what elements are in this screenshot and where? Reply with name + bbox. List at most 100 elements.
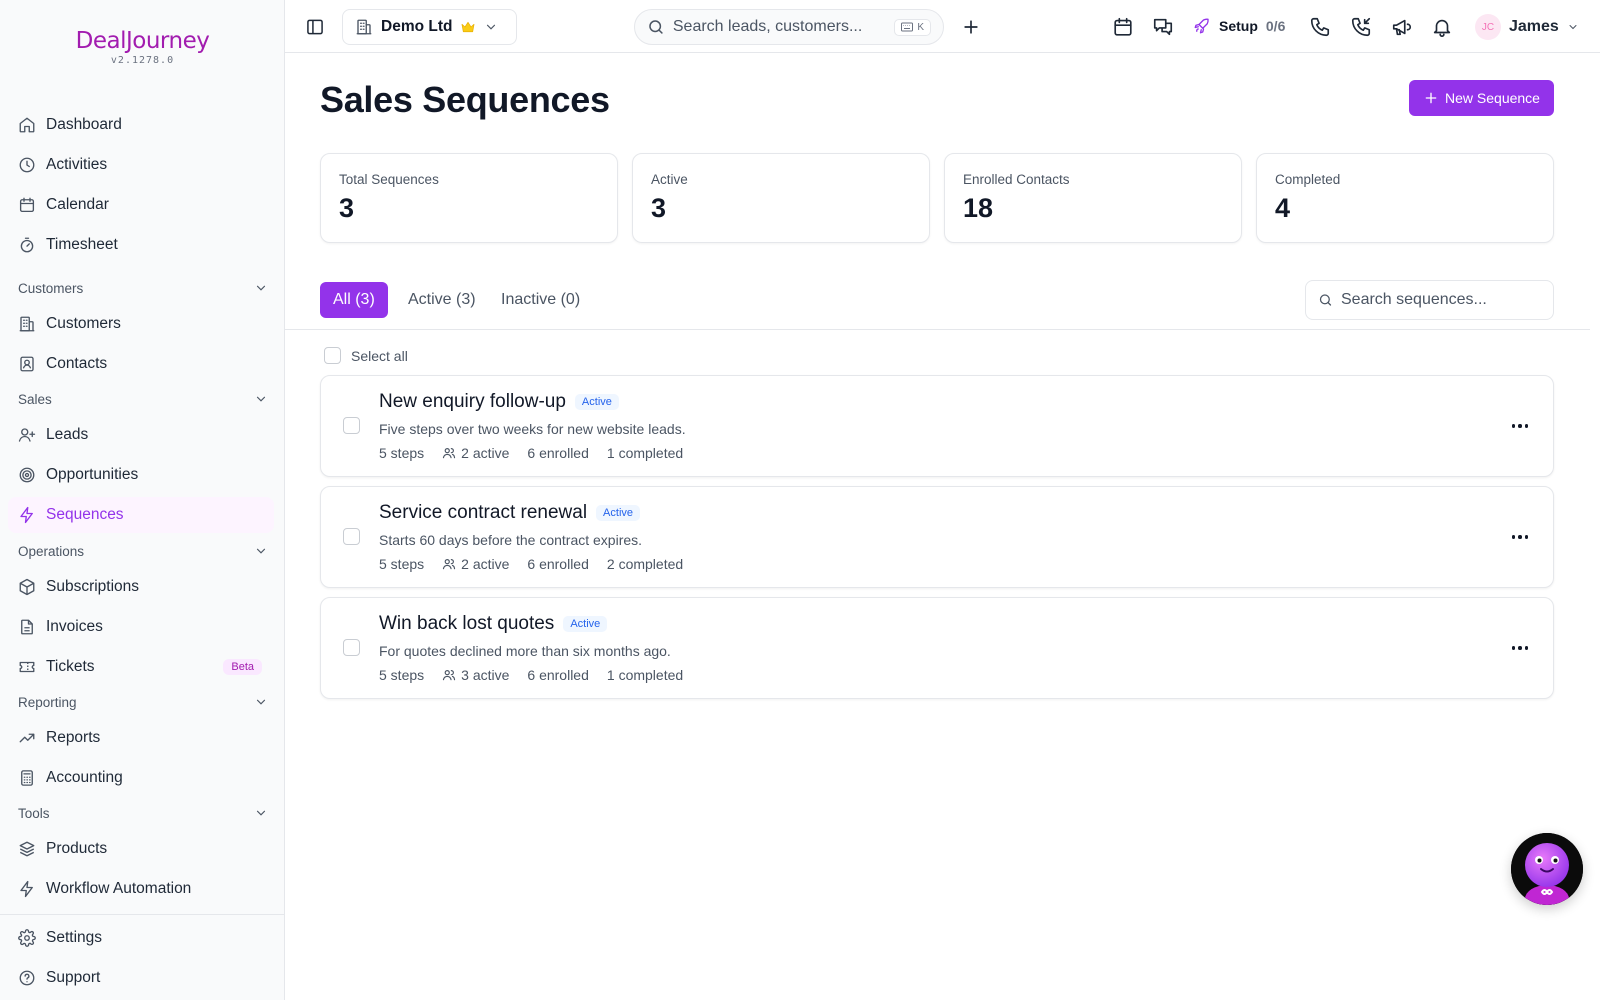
select-all-checkbox[interactable] <box>324 347 341 364</box>
tab-active[interactable]: Active (3) <box>395 282 489 318</box>
keyboard-icon <box>901 22 914 32</box>
sequence-completed: 2 completed <box>606 556 684 572</box>
company-switcher[interactable]: Demo Ltd <box>342 9 517 45</box>
sidebar-item-products[interactable]: Products <box>8 831 274 867</box>
chat-icon <box>1153 18 1173 36</box>
sidebar-item-timesheet[interactable]: Timesheet <box>8 227 274 263</box>
stat-card-active: Active 3 <box>632 153 930 243</box>
app-version: v2.1278.0 <box>110 55 175 66</box>
sidebar-item-invoices[interactable]: Invoices <box>8 609 274 645</box>
sidebar-section-label: Reporting <box>18 694 77 710</box>
sidebar-item-workflow-automation[interactable]: Workflow Automation <box>8 871 274 907</box>
stat-value: 18 <box>963 193 994 223</box>
building-icon <box>356 19 372 35</box>
user-menu[interactable]: JC James <box>1475 12 1579 42</box>
plus-icon <box>1425 92 1437 104</box>
more-actions-button[interactable] <box>1507 636 1533 660</box>
sequence-description: Five steps over two weeks for new websit… <box>379 421 686 437</box>
sidebar-section-tools[interactable]: Tools <box>18 801 268 825</box>
dot <box>1511 535 1516 539</box>
messages-button[interactable] <box>1150 14 1176 40</box>
stat-label: Completed <box>1275 172 1341 187</box>
sidebar-item-customers[interactable]: Customers <box>8 306 274 342</box>
sidebar-item-dashboard[interactable]: Dashboard <box>8 107 274 143</box>
toggle-sidebar-button[interactable] <box>302 14 328 40</box>
sequence-search[interactable] <box>1305 280 1554 320</box>
select-all[interactable]: Select all <box>324 347 408 364</box>
global-search[interactable]: K <box>634 9 944 45</box>
sidebar-item-support[interactable]: Support <box>8 960 274 996</box>
phone-button[interactable] <box>1307 14 1333 40</box>
sidebar-item-calendar[interactable]: Calendar <box>8 187 274 223</box>
sidebar-item-label: Support <box>46 969 101 986</box>
crown-icon <box>462 21 475 33</box>
sequence-card[interactable]: Service contract renewal Active Starts 6… <box>320 486 1554 588</box>
quick-add-button[interactable] <box>958 14 984 40</box>
notifications-button[interactable] <box>1429 14 1455 40</box>
sidebar-item-tickets[interactable]: Tickets Beta <box>8 649 274 685</box>
sidebar-item-label: Calendar <box>46 196 109 213</box>
calendar-button[interactable] <box>1110 14 1136 40</box>
sequence-search-input[interactable] <box>1341 291 1541 309</box>
sequence-card[interactable]: Win back lost quotes Active For quotes d… <box>320 597 1554 699</box>
user-plus-icon <box>18 428 36 442</box>
sidebar-section-sales[interactable]: Sales <box>18 387 268 411</box>
sequence-title[interactable]: Win back lost quotes <box>379 613 554 635</box>
package-icon <box>19 578 35 596</box>
sidebar-item-leads[interactable]: Leads <box>8 417 274 453</box>
sidebar-item-activities[interactable]: Activities <box>8 147 274 183</box>
sidebar-item-accounting[interactable]: Accounting <box>8 760 274 796</box>
sequence-meta: 5 steps 3 active 6 enrolled 1 completed <box>379 667 683 683</box>
sequence-checkbox[interactable] <box>343 417 360 434</box>
sequence-checkbox[interactable] <box>343 528 360 545</box>
assistant-mascot-icon <box>1511 833 1583 905</box>
contact-icon <box>20 356 34 372</box>
new-sequence-label: New Sequence <box>1445 90 1540 106</box>
app-logo[interactable]: DealJourney v2.1278.0 <box>0 28 285 66</box>
sequence-completed: 1 completed <box>606 445 684 461</box>
sidebar-item-sequences[interactable]: Sequences <box>8 497 274 533</box>
calculator-icon <box>21 770 33 786</box>
sidebar-item-label: Sequences <box>46 506 124 523</box>
stat-card-completed: Completed 4 <box>1256 153 1554 243</box>
assistant-chat-button[interactable] <box>1511 833 1583 905</box>
sidebar-section-operations[interactable]: Operations <box>18 539 268 563</box>
global-search-input[interactable] <box>672 18 887 36</box>
calendar-icon <box>1114 17 1132 36</box>
sequence-title[interactable]: Service contract renewal <box>379 502 587 524</box>
tab-all[interactable]: All (3) <box>320 282 388 318</box>
sidebar-item-label: Workflow Automation <box>46 880 192 897</box>
sequence-checkbox[interactable] <box>343 639 360 656</box>
trending-icon <box>19 733 35 743</box>
more-actions-button[interactable] <box>1507 525 1533 549</box>
setup-progress-button[interactable]: Setup 0/6 <box>1193 14 1285 38</box>
clock-icon <box>19 157 35 173</box>
status-badge: Active <box>574 394 619 410</box>
sidebar-section-reporting[interactable]: Reporting <box>18 690 268 714</box>
sidebar-item-contacts[interactable]: Contacts <box>8 346 274 382</box>
stat-label: Enrolled Contacts <box>963 172 1070 187</box>
search-shortcut-hint: K <box>894 18 931 36</box>
setup-label: Setup <box>1219 18 1258 34</box>
sidebar-item-opportunities[interactable]: Opportunities <box>8 457 274 493</box>
sidebar-item-label: Settings <box>46 929 103 946</box>
sequence-steps: 5 steps <box>379 556 425 572</box>
sidebar-section-customers[interactable]: Customers <box>18 276 268 300</box>
more-actions-button[interactable] <box>1507 414 1533 438</box>
announcements-button[interactable] <box>1389 14 1415 40</box>
tab-inactive[interactable]: Inactive (0) <box>488 282 593 318</box>
plus-icon <box>964 20 978 34</box>
sidebar-item-subscriptions[interactable]: Subscriptions <box>8 569 274 605</box>
sequence-title[interactable]: New enquiry follow-up <box>379 391 566 413</box>
new-sequence-button[interactable]: New Sequence <box>1409 80 1554 116</box>
sidebar-item-reports[interactable]: Reports <box>8 720 274 756</box>
dot <box>1524 424 1529 428</box>
main-content: Sales Sequences New Sequence Total Seque… <box>285 53 1600 1000</box>
sidebar-item-label: Timesheet <box>46 236 118 253</box>
sequence-card[interactable]: New enquiry follow-up Active Five steps … <box>320 375 1554 477</box>
select-all-label: Select all <box>351 347 408 364</box>
chevron-down-icon <box>1569 25 1577 30</box>
sidebar-item-settings[interactable]: Settings <box>8 920 274 956</box>
incoming-calls-button[interactable] <box>1348 14 1374 40</box>
sidebar-item-label: Reports <box>46 729 101 746</box>
